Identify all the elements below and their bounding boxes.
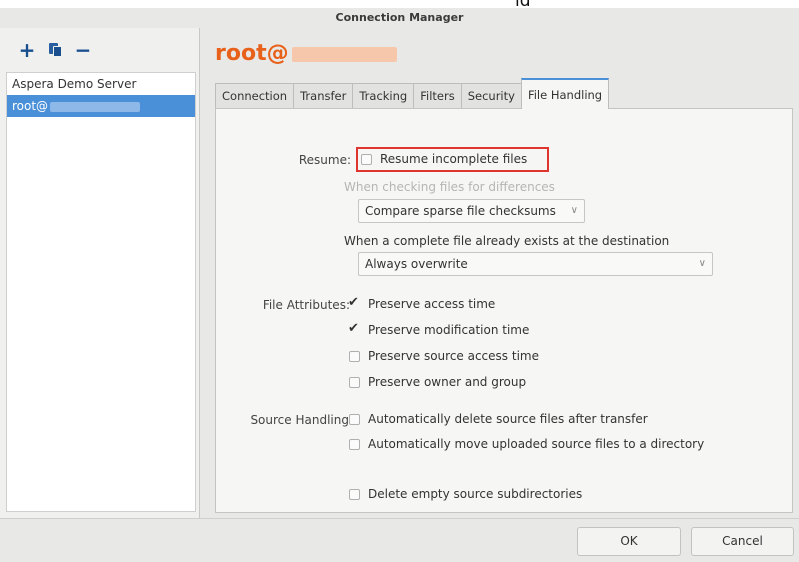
checkbox-box [349, 376, 360, 388]
resume-label: Resume: [298, 153, 351, 167]
checkbox-label: Preserve access time [368, 297, 496, 311]
checkbox-label: Preserve modification time [368, 323, 530, 337]
checkbox-box [349, 438, 360, 450]
exists-select[interactable]: Always overwrite ∨ [358, 252, 713, 276]
connection-item-aspera-demo[interactable]: Aspera Demo Server [7, 73, 195, 95]
auto-delete-source-checkbox[interactable]: Automatically delete source files after … [349, 412, 648, 426]
file-attributes-label: File Attributes: [262, 298, 350, 312]
tab-connection[interactable]: Connection [215, 83, 295, 109]
chevron-down-icon: ∨ [698, 258, 706, 269]
redacted-host [50, 101, 141, 112]
preserve-access-time-checkbox[interactable]: Preserve access time [348, 295, 496, 312]
connection-title: root@ [215, 41, 397, 66]
checkbox-label: Preserve owner and group [368, 375, 527, 389]
clipped-text: ld [515, 0, 531, 8]
checkbox-label: Preserve source access time [368, 349, 539, 363]
tab-security[interactable]: Security [460, 83, 522, 109]
checkbox-box [349, 488, 360, 500]
ok-button[interactable]: OK [577, 527, 681, 556]
tab-transfer[interactable]: Transfer [293, 83, 354, 109]
file-handling-panel: Resume: Resume incomplete files When che… [215, 108, 793, 513]
checkbox-label: Delete empty source subdirectories [368, 487, 583, 501]
checkbox-label: Resume incomplete files [380, 152, 528, 166]
connection-toolbar: + − [0, 28, 199, 72]
auto-move-source-checkbox[interactable]: Automatically move uploaded source files… [349, 437, 704, 451]
source-handling-label: Source Handling: [250, 413, 353, 427]
checkbox-box [349, 413, 360, 425]
top-clipped-strip: ld [0, 0, 799, 8]
checkbox-box [349, 350, 360, 362]
connection-label: root@ [12, 99, 49, 113]
differences-hint: When checking files for differences [344, 180, 555, 194]
delete-empty-subdirs-checkbox[interactable]: Delete empty source subdirectories [349, 487, 582, 501]
checkbox-box [348, 295, 360, 310]
checkbox-label: Automatically move uploaded source files… [368, 437, 705, 451]
connection-item-root[interactable]: root@ [7, 95, 195, 117]
differences-select[interactable]: Compare sparse file checksums ∨ [358, 199, 585, 223]
settings-tabs: Connection Transfer Tracking Filters Sec… [215, 78, 610, 109]
tab-filters[interactable]: Filters [413, 83, 462, 109]
select-value: Compare sparse file checksums [365, 204, 556, 218]
connection-sidebar: + − Aspera Demo Server root@ [0, 28, 200, 518]
copy-icon [49, 43, 62, 57]
redacted-host [291, 46, 397, 62]
checkbox-label: Automatically delete source files after … [368, 412, 648, 426]
connection-details: root@ Connection Transfer Tracking Filte… [201, 28, 799, 518]
resume-incomplete-checkbox[interactable]: Resume incomplete files [361, 152, 527, 166]
preserve-modification-time-checkbox[interactable]: Preserve modification time [348, 321, 530, 338]
connection-list: Aspera Demo Server root@ [6, 72, 196, 512]
connection-title-text: root@ [215, 41, 289, 66]
exists-label: When a complete file already exists at t… [344, 234, 670, 248]
checkbox-box [361, 153, 372, 165]
window-title: Connection Manager [0, 8, 799, 28]
preserve-owner-group-checkbox[interactable]: Preserve owner and group [349, 375, 526, 389]
cancel-button[interactable]: Cancel [691, 527, 794, 556]
duplicate-connection-button[interactable] [44, 38, 66, 62]
add-connection-button[interactable]: + [16, 38, 38, 62]
tab-file-handling[interactable]: File Handling [520, 78, 610, 109]
tab-tracking[interactable]: Tracking [352, 83, 415, 109]
preserve-source-access-time-checkbox[interactable]: Preserve source access time [349, 349, 539, 363]
remove-connection-button[interactable]: − [72, 38, 94, 62]
connection-label: Aspera Demo Server [12, 77, 137, 91]
select-value: Always overwrite [365, 257, 468, 271]
dialog-button-bar: OK Cancel [0, 518, 799, 562]
chevron-down-icon: ∨ [570, 205, 578, 216]
checkbox-box [348, 321, 360, 336]
